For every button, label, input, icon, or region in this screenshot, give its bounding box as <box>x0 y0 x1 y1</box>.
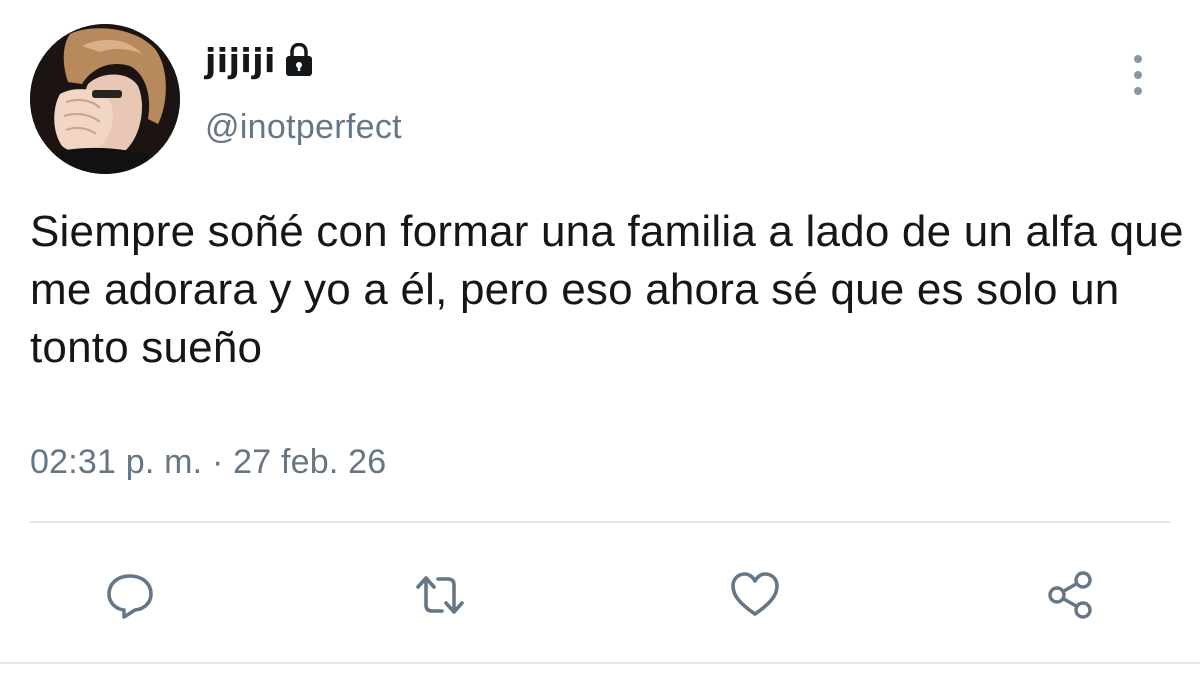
tweet-timestamp[interactable]: 02:31 p. m. · 27 feb. 26 <box>30 443 386 482</box>
username-handle[interactable]: @inotperfect <box>205 108 402 147</box>
action-bar <box>0 560 1200 630</box>
meta-separator: · <box>211 443 224 481</box>
share-button[interactable] <box>1035 560 1105 630</box>
like-button[interactable] <box>720 560 790 630</box>
reply-icon <box>107 574 153 619</box>
tweet-date: 27 feb. 26 <box>233 443 387 481</box>
bottom-divider <box>0 662 1200 664</box>
avatar[interactable] <box>30 24 180 174</box>
display-name-row: jijiji <box>205 38 314 82</box>
display-name[interactable]: jijiji <box>205 41 276 80</box>
tweet-text: Siempre soñé con formar una familia a la… <box>30 207 1184 372</box>
heart-icon <box>731 572 779 616</box>
divider <box>30 521 1170 523</box>
avatar-image <box>30 24 180 174</box>
retweet-button[interactable] <box>405 560 475 630</box>
more-options-icon[interactable] <box>1122 50 1154 100</box>
reply-button[interactable] <box>95 560 165 630</box>
share-icon <box>1048 571 1092 619</box>
retweet-icon <box>416 576 464 614</box>
tweet-card: jijiji @inotperfect Siempre soñé con for… <box>0 0 1200 681</box>
tweet-time: 02:31 p. m. <box>30 443 203 481</box>
lock-icon <box>284 42 314 77</box>
